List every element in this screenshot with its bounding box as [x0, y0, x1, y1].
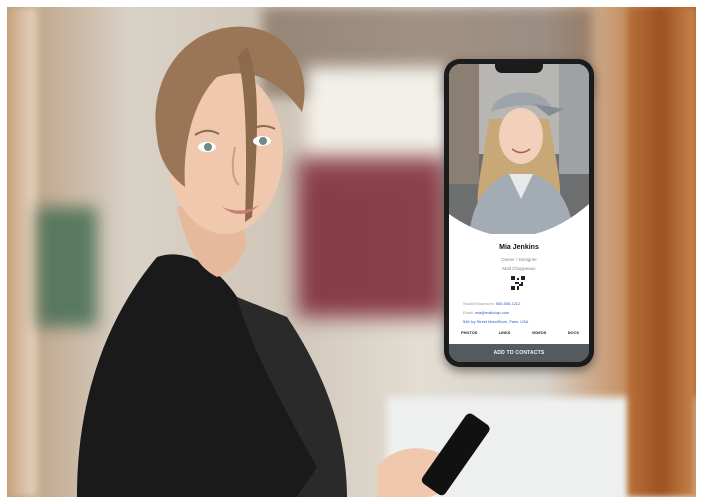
email-label: Email:: [463, 310, 474, 315]
email-row: Email: mia@mallchap.com: [463, 310, 509, 315]
phone-screen: Mia Jenkins Owner / Designer Mall Chappe…: [449, 64, 589, 362]
tab-photos[interactable]: PHOTOS: [461, 330, 477, 335]
contact-name: Mia Jenkins: [499, 244, 539, 251]
email-link[interactable]: mia@mallchap.com: [475, 310, 509, 315]
studio-label: Studio/Showroom:: [463, 301, 495, 306]
profile-photo: [449, 64, 589, 234]
tab-docs[interactable]: DOCS: [568, 330, 579, 335]
studio-row: Studio/Showroom: 555-555-1212: [463, 301, 520, 306]
studio-phone-link[interactable]: 555-555-1212: [496, 301, 520, 306]
tab-links[interactable]: LINKS: [499, 330, 511, 335]
contact-company: Mall Chappeaux: [502, 266, 536, 271]
qr-code-icon[interactable]: [511, 276, 525, 290]
contact-role: Owner / Designer: [501, 257, 537, 262]
phone-mockup: Mia Jenkins Owner / Designer Mall Chappe…: [444, 59, 594, 367]
woman-figure: [77, 26, 490, 497]
address-link[interactable]: 548 Ivy Street MandStore, Paris. USA: [463, 319, 528, 324]
add-to-contacts-button[interactable]: ADD TO CONTACTS: [449, 344, 589, 362]
phone-notch: [495, 64, 543, 73]
address-row: 548 Ivy Street MandStore, Paris. USA: [463, 319, 528, 324]
tab-videos[interactable]: VIDEOS: [532, 330, 547, 335]
background-left-blur: [7, 7, 37, 497]
card-tabs: PHOTOS LINKS VIDEOS DOCS: [461, 330, 579, 335]
background-curtain: [627, 7, 696, 497]
